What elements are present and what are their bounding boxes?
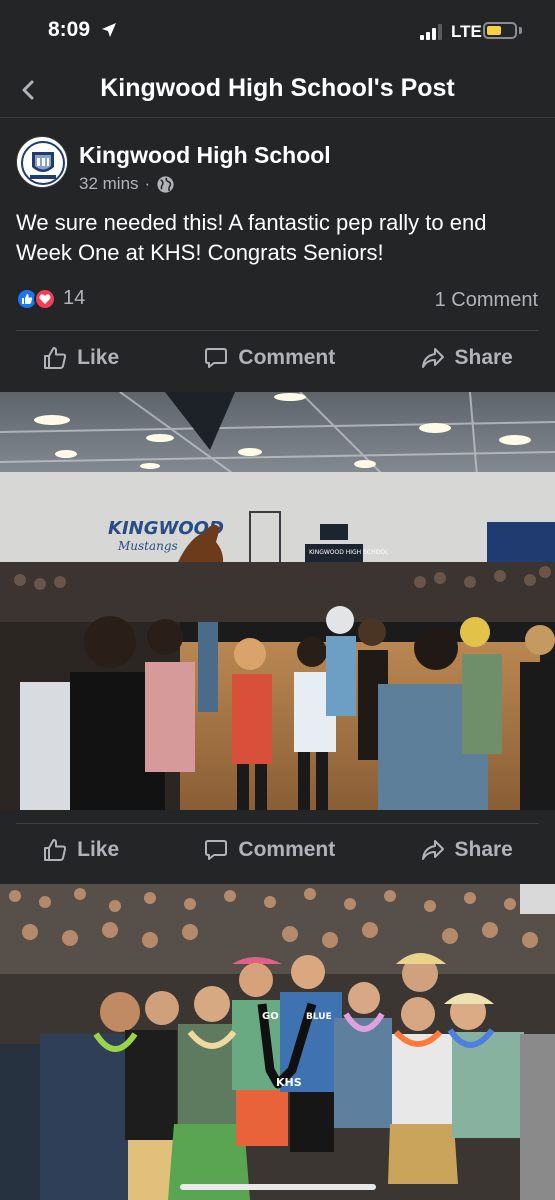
like-label: Like <box>77 838 120 861</box>
sash-bottom-text: KHS <box>276 1076 302 1089</box>
thumbs-up-icon <box>44 839 67 861</box>
battery-cap <box>519 27 522 34</box>
comment-count-link[interactable]: 1 Comment <box>435 289 538 312</box>
photo-like-button[interactable]: Like <box>42 837 119 863</box>
status-time: 8:09 <box>48 18 91 41</box>
photo-comment-button[interactable]: Comment <box>203 837 335 863</box>
comment-label: Comment <box>238 346 336 369</box>
photo-share-button[interactable]: Share <box>420 837 513 863</box>
scoreboard-text: KINGWOOD HIGH SCHOOL <box>309 549 389 556</box>
comment-label: Comment <box>238 838 336 861</box>
battery-icon <box>483 22 517 39</box>
share-arrow-icon <box>421 840 444 860</box>
meta-separator: · <box>144 174 151 193</box>
comment-bubble-icon <box>205 840 228 860</box>
sash-left-text: GO <box>262 1011 279 1022</box>
status-bar: 8:09 LTE <box>0 0 555 62</box>
page-title: Kingwood High School's Post <box>100 74 455 102</box>
sash-right-text: BLUE <box>306 1012 332 1022</box>
post-meta: 32 mins · <box>79 174 175 194</box>
share-button[interactable]: Share <box>420 345 513 371</box>
photo-actions: Like Comment Share <box>0 823 555 877</box>
post-photo-seniors[interactable]: GO BLUE KHS <box>0 884 555 1200</box>
post-photo-gym[interactable]: KINGWOOD Mustangs KINGWOOD HIGH SCHOOL <box>0 392 555 810</box>
cellular-signal-icon <box>420 24 444 40</box>
school-logo-icon <box>19 139 67 187</box>
like-button[interactable]: Like <box>42 345 119 371</box>
reactions-summary[interactable]: 14 <box>16 287 85 310</box>
location-arrow-icon <box>102 23 116 37</box>
home-indicator[interactable] <box>180 1184 376 1190</box>
gym-banner-sub: Mustangs <box>117 539 178 553</box>
author-name[interactable]: Kingwood High School <box>79 142 331 169</box>
post-text: We sure needed this! A fantastic pep ral… <box>16 210 487 265</box>
reaction-count: 14 <box>63 287 86 309</box>
comment-bubble-icon <box>205 348 228 368</box>
avatar[interactable] <box>16 136 68 188</box>
share-label: Share <box>454 346 513 369</box>
post-time[interactable]: 32 mins <box>79 174 139 194</box>
love-reaction-icon <box>34 287 56 310</box>
like-label: Like <box>77 346 120 369</box>
network-type: LTE <box>451 22 482 41</box>
post-header: Kingwood High School 32 mins · <box>0 118 555 194</box>
comment-button[interactable]: Comment <box>203 345 335 371</box>
globe-icon <box>157 175 174 193</box>
post-actions: Like Comment Share <box>0 331 555 385</box>
nav-bar: Kingwood High School's Post <box>0 62 555 118</box>
share-label: Share <box>454 838 513 861</box>
thumbs-up-icon <box>44 347 67 369</box>
share-arrow-icon <box>421 348 444 368</box>
